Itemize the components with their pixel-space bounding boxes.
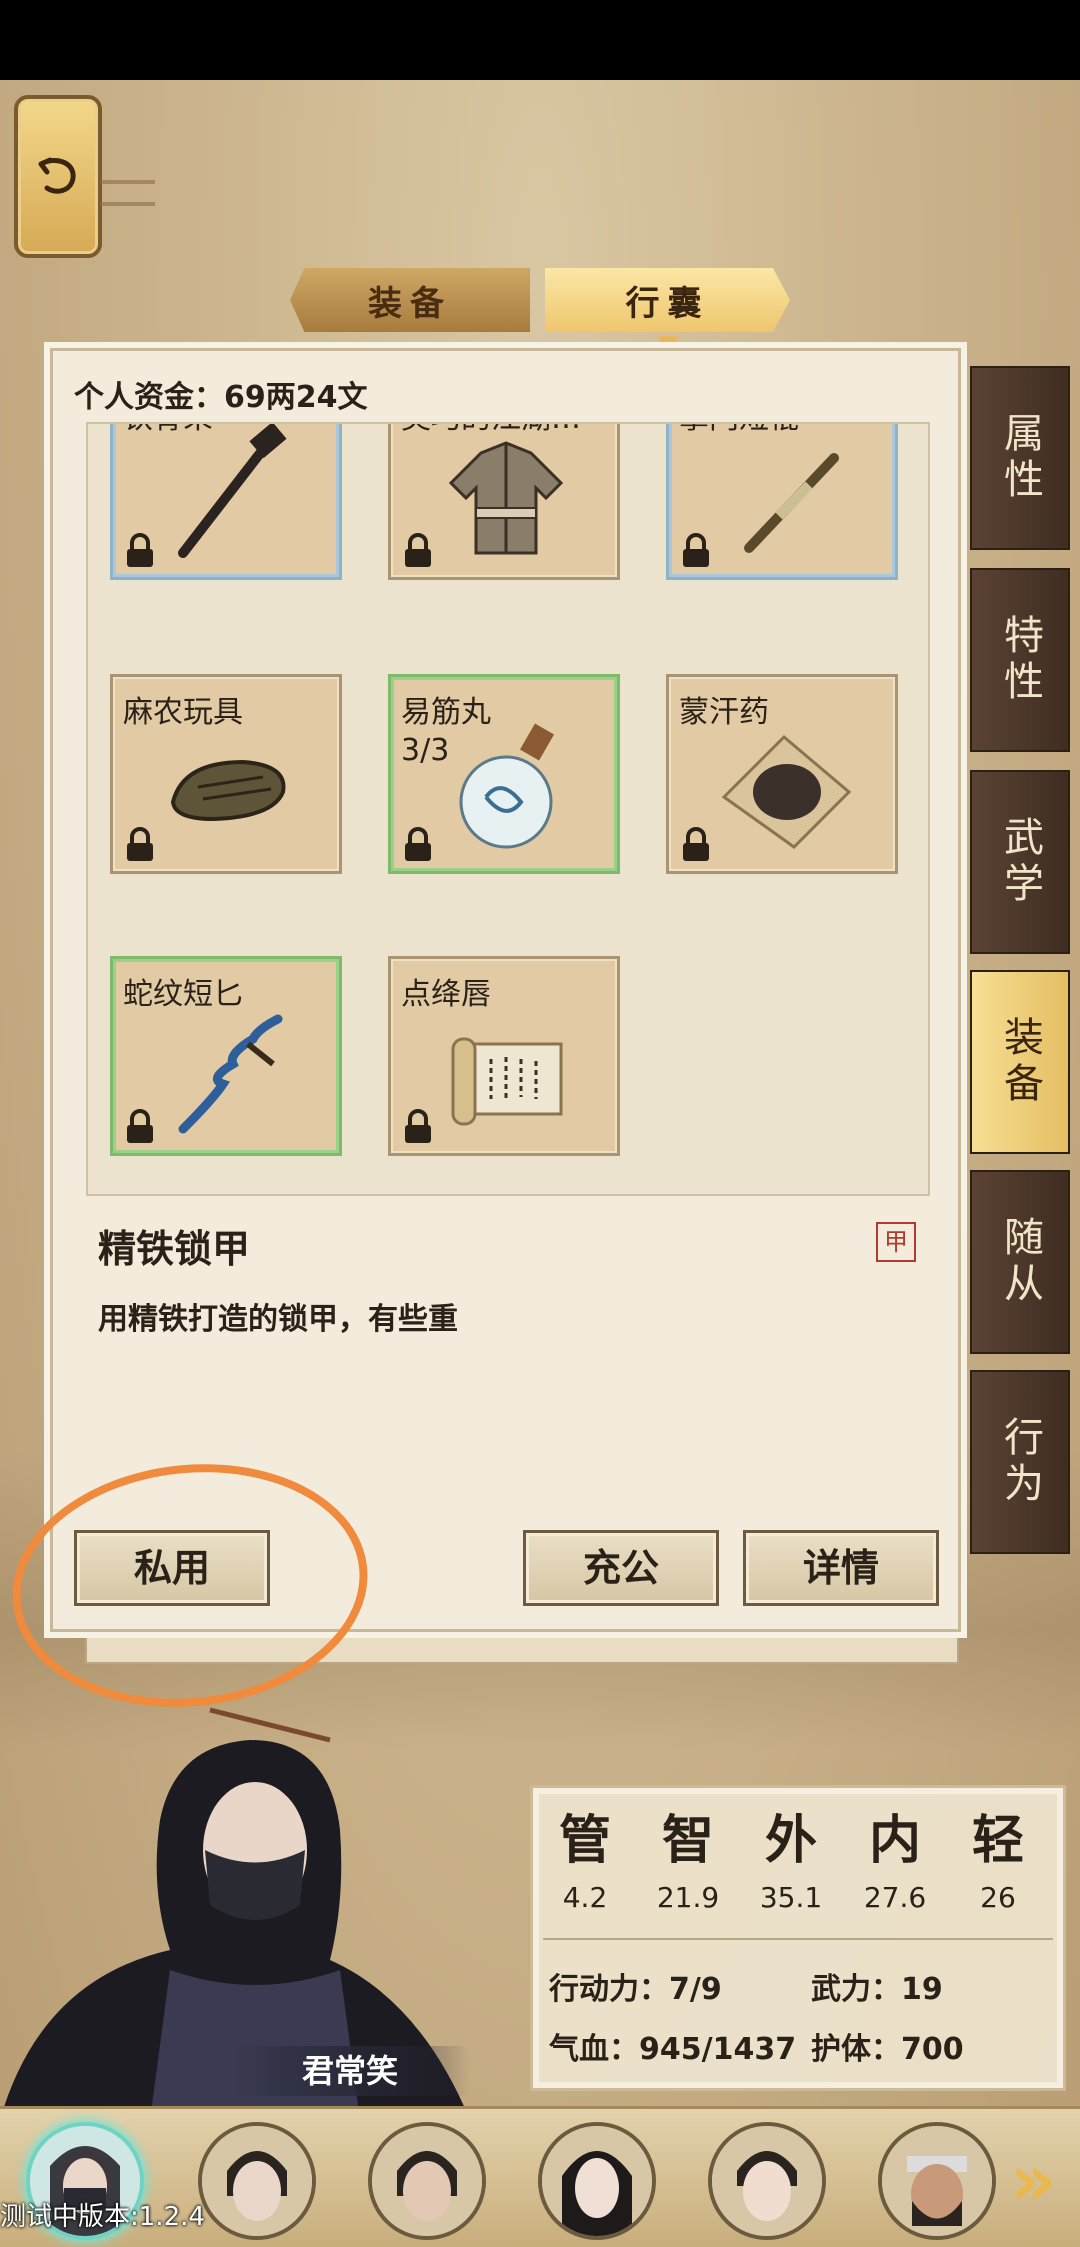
toy-icon [170, 759, 286, 822]
stat-value: 4.2 [562, 1881, 608, 1914]
stat-value: 27.6 [863, 1881, 927, 1914]
item-slot[interactable]: 点绛唇 [388, 956, 620, 1156]
scroll-icon [451, 1037, 563, 1126]
tab-bag[interactable]: 行囊 [545, 268, 790, 332]
roster-avatar[interactable] [708, 2122, 826, 2240]
character-name: 君常笑 [230, 2046, 470, 2096]
stat-management: 管 4.2 [545, 1798, 625, 1914]
side-tab-equipment[interactable]: 装备 [970, 970, 1070, 1154]
stat-label: 轻 [971, 1810, 1024, 1871]
avatar-portrait [372, 2126, 482, 2236]
avatar-portrait [542, 2126, 652, 2236]
personal-funds: 个人资金：69两24文 [74, 380, 368, 415]
action-power: 行动力：7/9 [549, 1972, 722, 2007]
double-chevron-right-icon[interactable]: » [1010, 2140, 1080, 2220]
contribute-button[interactable]: 充公 [523, 1530, 719, 1606]
item-grid[interactable]: 铁骨朵 灵巧的江湖… 掌门短棍 [86, 422, 930, 1196]
stat-internal: 内 27.6 [855, 1798, 935, 1914]
hp-value: 气血：945/1437 [549, 2032, 797, 2067]
stat-label: 外 [764, 1810, 817, 1871]
lock-icon [683, 827, 709, 861]
stat-label: 管 [558, 1810, 611, 1871]
stat-lightness: 轻 26 [958, 1798, 1038, 1914]
robe-icon [448, 441, 564, 555]
roster-avatar[interactable] [878, 2122, 996, 2240]
stat-label: 内 [868, 1810, 921, 1871]
serpent-dagger-icon [178, 1014, 283, 1134]
undo-arrow-icon [38, 157, 76, 194]
side-tab-martial-arts[interactable]: 武学 [970, 770, 1070, 954]
item-slot[interactable]: 蛇纹短匕 [110, 956, 342, 1156]
avatar-portrait [712, 2126, 822, 2236]
roster-avatar[interactable] [538, 2122, 656, 2240]
side-tab-followers[interactable]: 随从 [970, 1170, 1070, 1354]
stat-value: 21.9 [656, 1881, 720, 1914]
item-description: 用精铁打造的锁甲，有些重 [98, 1302, 458, 1337]
lock-icon [405, 827, 431, 861]
item-title: 精铁锁甲 [98, 1227, 251, 1271]
version-label: 测试中版本:1.2.4 [0, 2202, 205, 2232]
decorative-lines [100, 180, 155, 206]
back-button[interactable] [14, 95, 102, 258]
avatar-portrait [202, 2126, 312, 2236]
roster-avatar[interactable] [198, 2122, 316, 2240]
stat-intellect: 智 21.9 [648, 1798, 728, 1914]
stat-value: 35.1 [759, 1881, 823, 1914]
force-value: 武力：19 [811, 1972, 943, 2007]
item-slot[interactable]: 麻农玩具 [110, 674, 342, 874]
armor-tag-badge: 甲 [876, 1222, 916, 1262]
divider [543, 1938, 1053, 1940]
item-slot[interactable]: 铁骨朵 [110, 424, 342, 580]
roster-avatar[interactable] [368, 2122, 486, 2240]
item-slot[interactable]: 易筋丸 3/3 [388, 674, 620, 874]
item-slot[interactable]: 掌门短棍 [666, 424, 898, 580]
side-tab-behavior[interactable]: 行为 [970, 1370, 1070, 1554]
item-slot[interactable]: 灵巧的江湖… [388, 424, 620, 580]
guard-value: 护体：700 [811, 2032, 964, 2067]
avatar-portrait [882, 2126, 992, 2236]
stats-panel: 管 4.2 智 21.9 外 35.1 内 27.6 轻 26 行动力：7/9 … [530, 1785, 1066, 2091]
details-button[interactable]: 详情 [743, 1530, 939, 1606]
porcelain-bottle-icon [459, 723, 555, 849]
tab-equipment[interactable]: 装备 [290, 268, 530, 332]
stat-value: 26 [980, 1881, 1016, 1914]
stat-external: 外 35.1 [751, 1798, 831, 1914]
side-tab-attributes[interactable]: 属性 [970, 366, 1070, 550]
stat-label: 智 [661, 1810, 714, 1871]
side-tab-traits[interactable]: 特性 [970, 568, 1070, 752]
lock-icon [405, 533, 431, 567]
powder-packet-icon [721, 734, 852, 849]
lock-icon [405, 1109, 431, 1143]
lock-icon [683, 533, 709, 567]
lock-icon [127, 533, 153, 567]
lock-icon [127, 827, 153, 861]
lock-icon [127, 1109, 153, 1143]
staff-icon [744, 453, 839, 553]
status-bar [0, 0, 1080, 80]
iron-club-icon [178, 424, 287, 558]
item-slot[interactable]: 蒙汗药 [666, 674, 898, 874]
